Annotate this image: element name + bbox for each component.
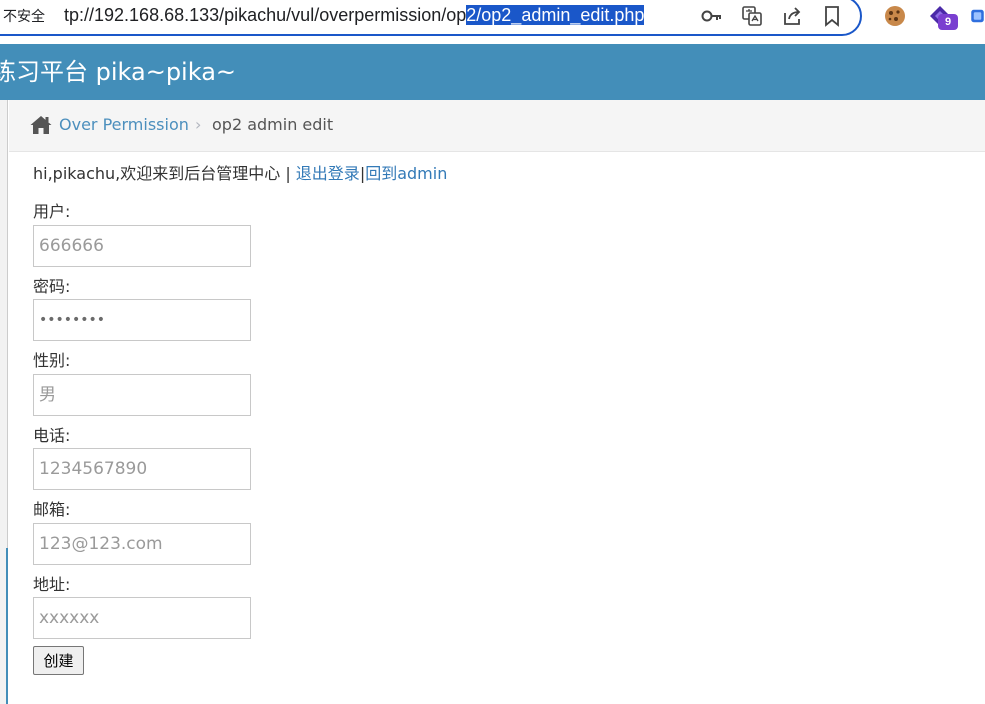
logout-link[interactable]: 退出登录 bbox=[296, 164, 360, 183]
back-to-admin-link[interactable]: 回到admin bbox=[365, 164, 447, 183]
bookmark-icon[interactable] bbox=[820, 4, 844, 28]
address-label: 地址: bbox=[33, 575, 71, 594]
breadcrumb-separator: › bbox=[195, 115, 202, 134]
username-input[interactable] bbox=[33, 225, 251, 267]
breadcrumb-link-over-permission[interactable]: Over Permission bbox=[59, 115, 189, 135]
greeting-text: hi,pikachu,欢迎来到后台管理中心 | bbox=[33, 164, 296, 183]
browser-toolbar: 不安全 tp://192.168.68.133/pikachu/vul/over… bbox=[0, 0, 985, 44]
email-input[interactable] bbox=[33, 523, 251, 565]
url-selected: 2/op2_admin_edit.php bbox=[466, 5, 645, 25]
cookie-extension-icon[interactable] bbox=[883, 4, 907, 28]
extension-badge: 9 bbox=[938, 14, 958, 30]
email-label: 邮箱: bbox=[33, 500, 71, 519]
create-button[interactable]: 创建 bbox=[33, 646, 84, 675]
username-label: 用户: bbox=[33, 202, 71, 221]
home-icon[interactable] bbox=[29, 114, 53, 136]
security-label[interactable]: 不安全 bbox=[3, 6, 45, 26]
site-header: 练习平台 pika~pika~ bbox=[0, 44, 985, 100]
greeting-line: hi,pikachu,欢迎来到后台管理中心 | 退出登录|回到admin bbox=[33, 163, 447, 185]
sidebar-active-marker bbox=[6, 548, 8, 704]
url-unselected: tp://192.168.68.133/pikachu/vul/overperm… bbox=[64, 5, 467, 25]
password-input[interactable] bbox=[33, 299, 251, 341]
sex-label: 性别: bbox=[33, 351, 71, 370]
share-icon[interactable] bbox=[780, 4, 804, 28]
sex-input[interactable] bbox=[33, 374, 251, 416]
address-input[interactable] bbox=[33, 597, 251, 639]
key-icon[interactable] bbox=[700, 4, 724, 28]
url-text[interactable]: tp://192.168.68.133/pikachu/vul/overperm… bbox=[64, 3, 645, 27]
profile-extension-icon[interactable] bbox=[970, 4, 985, 28]
phone-input[interactable] bbox=[33, 448, 251, 490]
breadcrumb: Over Permission › op2 admin edit bbox=[9, 100, 985, 152]
site-title[interactable]: 练习平台 pika~pika~ bbox=[0, 58, 236, 86]
password-label: 密码: bbox=[33, 277, 71, 296]
breadcrumb-current: op2 admin edit bbox=[212, 115, 334, 134]
translate-icon[interactable] bbox=[740, 4, 764, 28]
phone-label: 电话: bbox=[33, 426, 71, 445]
